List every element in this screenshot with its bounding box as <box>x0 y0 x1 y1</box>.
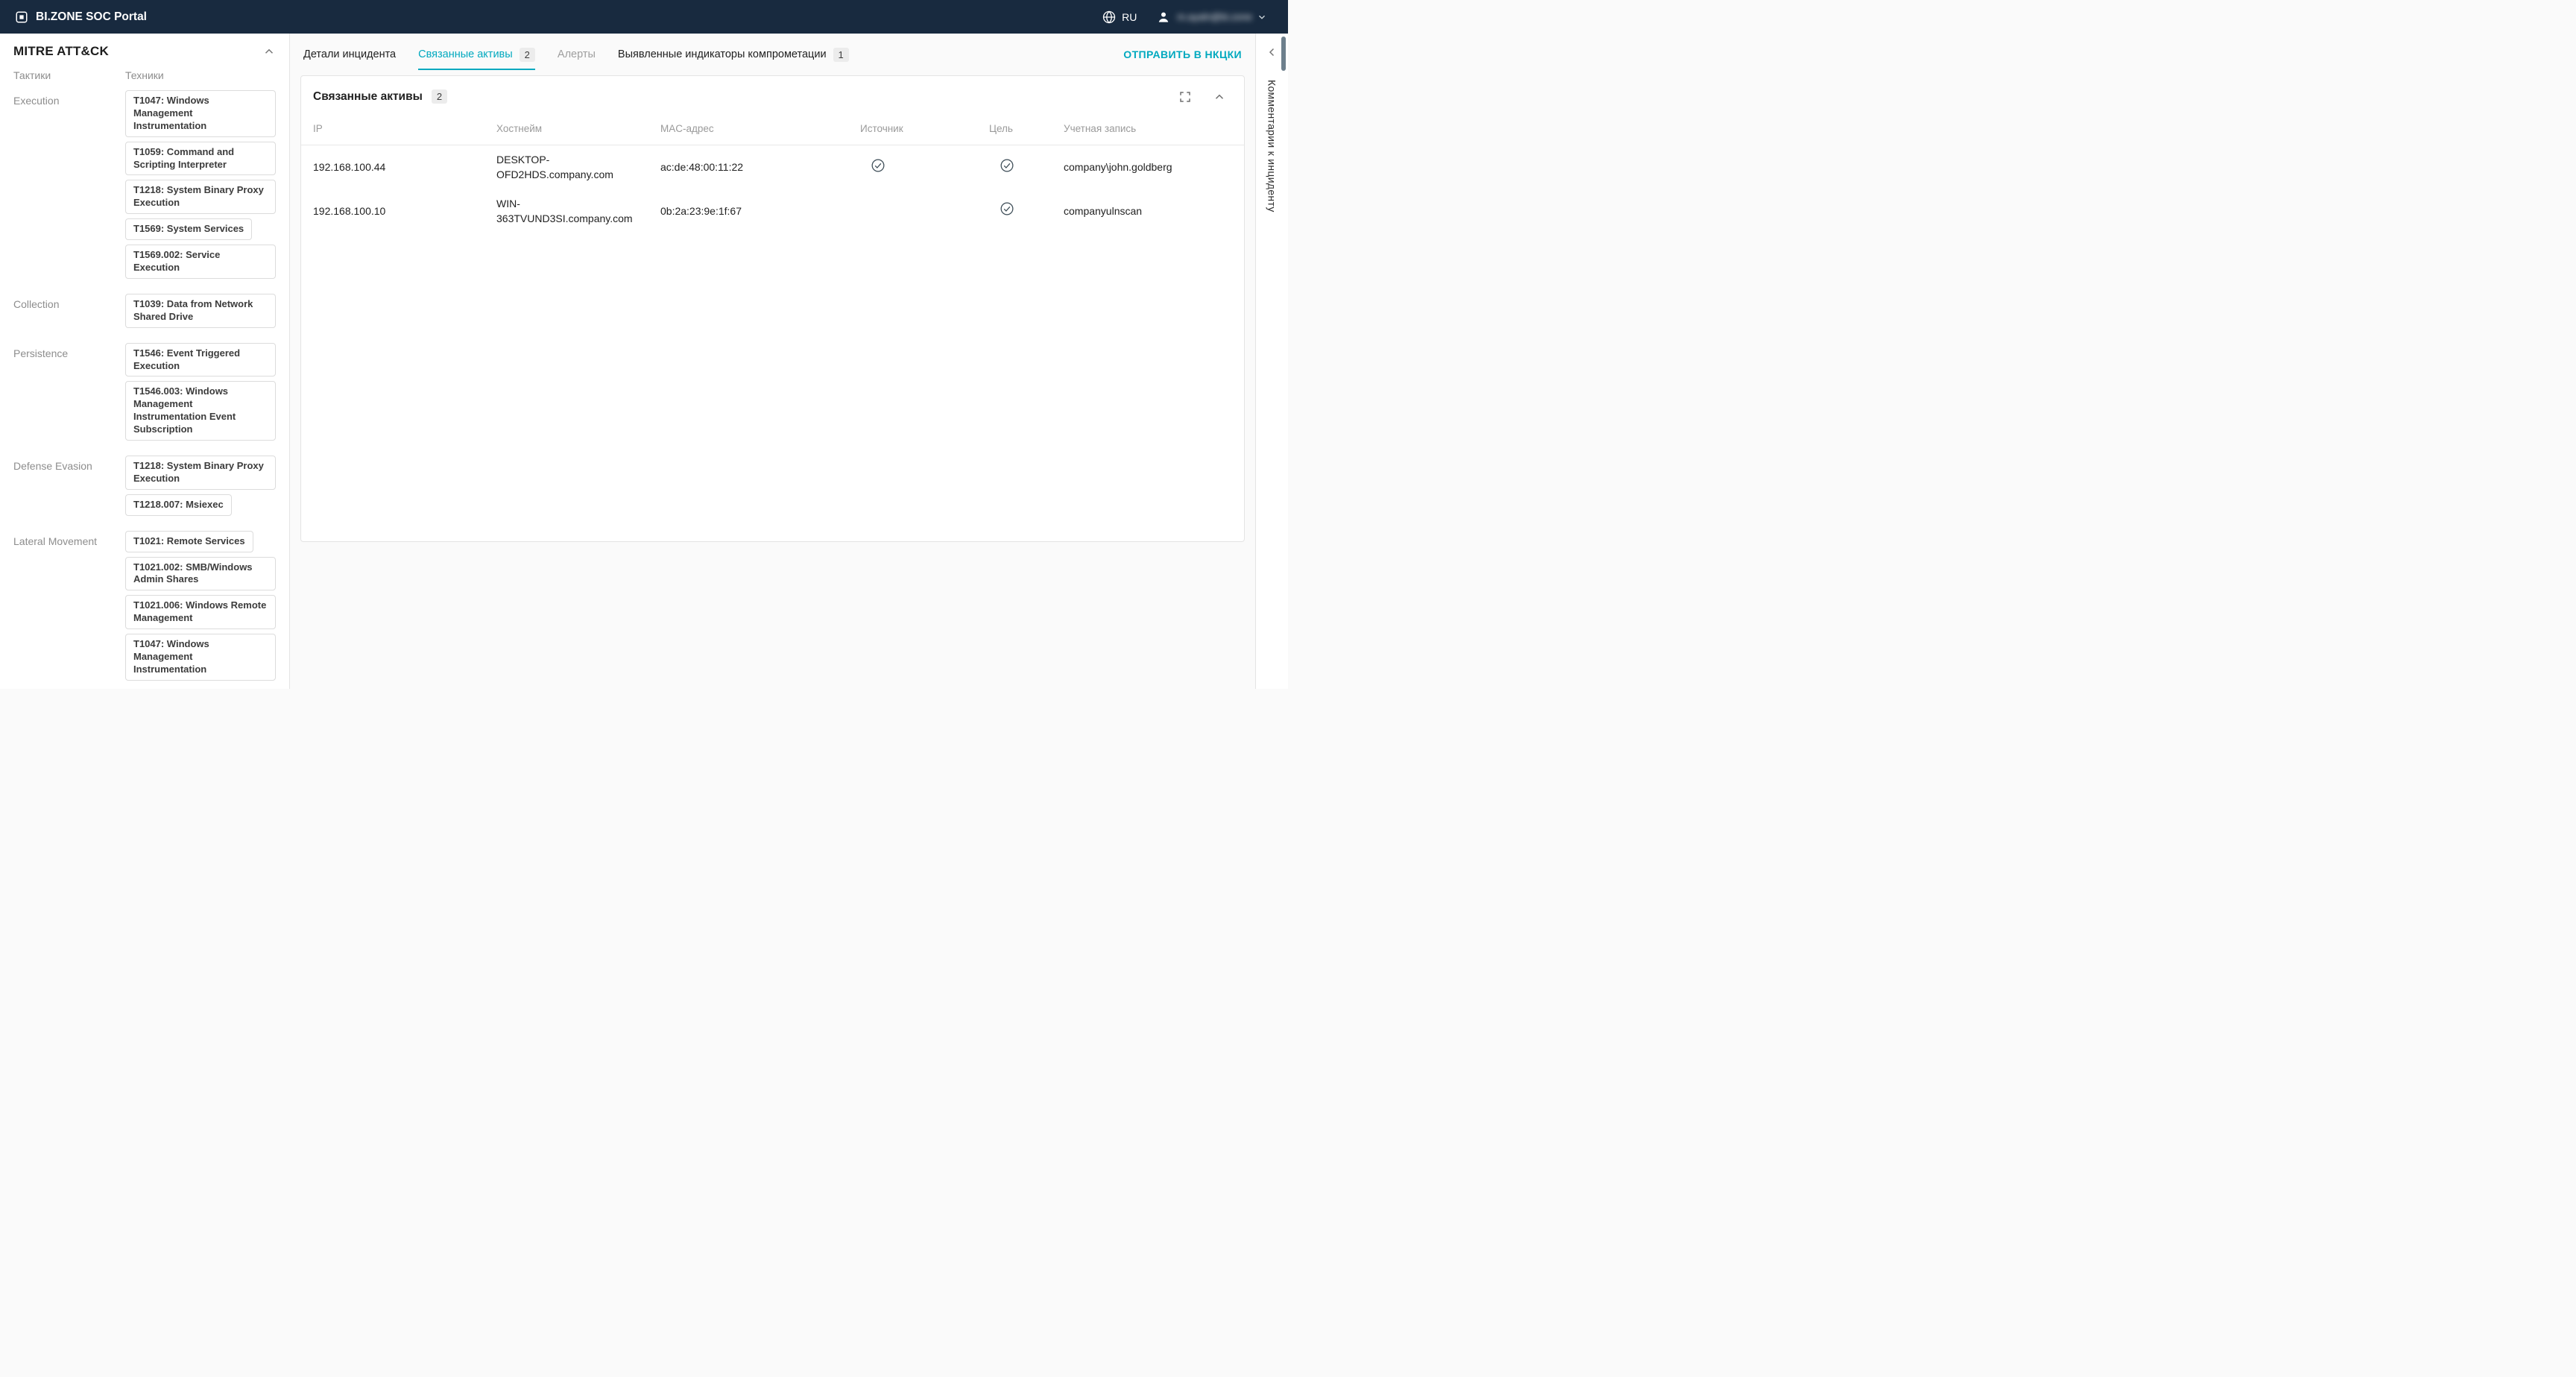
technique-chip[interactable]: T1039: Data from Network Shared Drive <box>125 294 276 328</box>
technique-chip[interactable]: T1546.003: Windows Management Instrument… <box>125 381 276 441</box>
sidebar-collapse-chevron-up-icon[interactable] <box>262 45 276 58</box>
topbar: BI.ZONE SOC Portal RU m.ayaln@bi.zone <box>0 0 1288 34</box>
user-menu-chevron-down-icon[interactable] <box>1257 12 1267 22</box>
comments-rail: Комментарии к инциденту <box>1255 34 1288 689</box>
asset-table-row[interactable]: 192.168.100.44DESKTOP-OFD2HDS.company.co… <box>301 145 1244 189</box>
column-label-techniques: Техники <box>125 69 276 81</box>
tab-count-badge: 2 <box>520 48 535 62</box>
cell-mac: ac:de:48:00:11:22 <box>654 145 854 189</box>
check-circle-icon <box>1000 158 1014 173</box>
cell-target <box>983 189 1058 233</box>
fullscreen-icon[interactable] <box>1178 90 1192 104</box>
cell-target <box>983 145 1058 189</box>
user-email: m.ayaln@bi.zone <box>1177 11 1252 22</box>
tab-label: Связанные активы <box>418 48 513 60</box>
tactic-label: Execution <box>13 90 125 279</box>
comments-rail-label[interactable]: Комментарии к инциденту <box>1266 80 1278 212</box>
check-circle-icon <box>1000 201 1014 216</box>
cell-hostname: DESKTOP-OFD2HDS.company.com <box>490 145 654 189</box>
cell-hostname: WIN-363TVUND3SI.company.com <box>490 189 654 233</box>
tactic-label: Defense Evasion <box>13 456 125 516</box>
related-assets-card: Связанные активы 2 IPХостнеймMA <box>300 75 1245 542</box>
cell-source <box>854 189 983 233</box>
mitre-group: CollectionT1039: Data from Network Share… <box>13 294 276 328</box>
technique-chip[interactable]: T1047: Windows Management Instrumentatio… <box>125 634 276 681</box>
tactic-label: Persistence <box>13 343 125 441</box>
card-collapse-chevron-up-icon[interactable] <box>1213 90 1226 104</box>
column-header: IP <box>301 114 490 145</box>
globe-icon[interactable] <box>1102 10 1117 25</box>
column-header: Источник <box>854 114 983 145</box>
tab-related-assets[interactable]: Связанные активы 2 <box>418 34 535 75</box>
brand: BI.ZONE SOC Portal <box>15 10 147 24</box>
card-count-badge: 2 <box>432 89 447 104</box>
main-content: Детали инцидента Связанные активы 2 Алерты В… <box>290 34 1255 689</box>
tab-count-badge: 1 <box>833 48 849 62</box>
column-header: Хостнейм <box>490 114 654 145</box>
mitre-group: ExecutionT1047: Windows Management Instr… <box>13 90 276 279</box>
card-title: Связанные активы <box>313 90 423 104</box>
technique-chip[interactable]: T1218: System Binary Proxy Execution <box>125 456 276 490</box>
tab-bar: Детали инцидента Связанные активы 2 Алерты В… <box>300 34 1245 75</box>
app-title: BI.ZONE SOC Portal <box>36 10 147 24</box>
tab-alerts[interactable]: Алерты <box>558 34 596 75</box>
technique-chip[interactable]: T1021.006: Windows Remote Management <box>125 595 276 629</box>
technique-chip[interactable]: T1218.007: Msiexec <box>125 494 232 516</box>
sidebar-title: MITRE ATT&CK <box>13 44 109 59</box>
bizone-logo-icon <box>15 10 28 24</box>
scrollbar-thumb[interactable] <box>1281 37 1286 71</box>
column-header: MAC-адрес <box>654 114 854 145</box>
check-circle-icon <box>871 158 886 173</box>
technique-chip[interactable]: T1047: Windows Management Instrumentatio… <box>125 90 276 137</box>
cell-ip: 192.168.100.44 <box>301 145 490 189</box>
technique-chip[interactable]: T1546: Event Triggered Execution <box>125 343 276 377</box>
comments-expand-chevron-left-icon[interactable] <box>1266 45 1279 59</box>
cell-ip: 192.168.100.10 <box>301 189 490 233</box>
mitre-group: Defense EvasionT1218: System Binary Prox… <box>13 456 276 516</box>
cell-account: company\john.goldberg <box>1058 145 1244 189</box>
technique-chip[interactable]: T1569.002: Service Execution <box>125 245 276 279</box>
mitre-sidebar: MITRE ATT&CK Тактики Техники ExecutionT1… <box>0 34 290 689</box>
tab-label: Алерты <box>558 48 596 60</box>
column-header: Цель <box>983 114 1058 145</box>
tab-detected-iocs[interactable]: Выявленные индикаторы компрометации 1 <box>618 34 849 75</box>
cell-source <box>854 145 983 189</box>
cell-account: companyulnscan <box>1058 189 1244 233</box>
tactic-label: Collection <box>13 294 125 328</box>
technique-chip[interactable]: T1021.002: SMB/Windows Admin Shares <box>125 557 276 591</box>
technique-chip[interactable]: T1021: Remote Services <box>125 531 253 552</box>
column-header: Учетная запись <box>1058 114 1244 145</box>
technique-chip[interactable]: T1218: System Binary Proxy Execution <box>125 180 276 214</box>
tab-label: Детали инцидента <box>303 48 396 60</box>
mitre-group: PersistenceT1546: Event Triggered Execut… <box>13 343 276 441</box>
tab-label: Выявленные индикаторы компрометации <box>618 48 827 60</box>
cell-mac: 0b:2a:23:9e:1f:67 <box>654 189 854 233</box>
user-avatar-icon <box>1156 10 1171 25</box>
language-selector[interactable]: RU <box>1122 11 1137 23</box>
technique-chip[interactable]: T1569: System Services <box>125 218 252 240</box>
technique-chip[interactable]: T1059: Command and Scripting Interpreter <box>125 142 276 176</box>
tab-incident-details[interactable]: Детали инцидента <box>303 34 396 75</box>
column-label-tactics: Тактики <box>13 69 125 81</box>
send-to-nkcki-button[interactable]: ОТПРАВИТЬ В НКЦКИ <box>1123 48 1242 60</box>
asset-table-row[interactable]: 192.168.100.10WIN-363TVUND3SI.company.co… <box>301 189 1244 233</box>
tactic-label: Lateral Movement <box>13 531 125 681</box>
assets-table: IPХостнеймMAC-адресИсточникЦельУчетная з… <box>301 114 1244 233</box>
mitre-group: Lateral MovementT1021: Remote Services T1… <box>13 531 276 681</box>
